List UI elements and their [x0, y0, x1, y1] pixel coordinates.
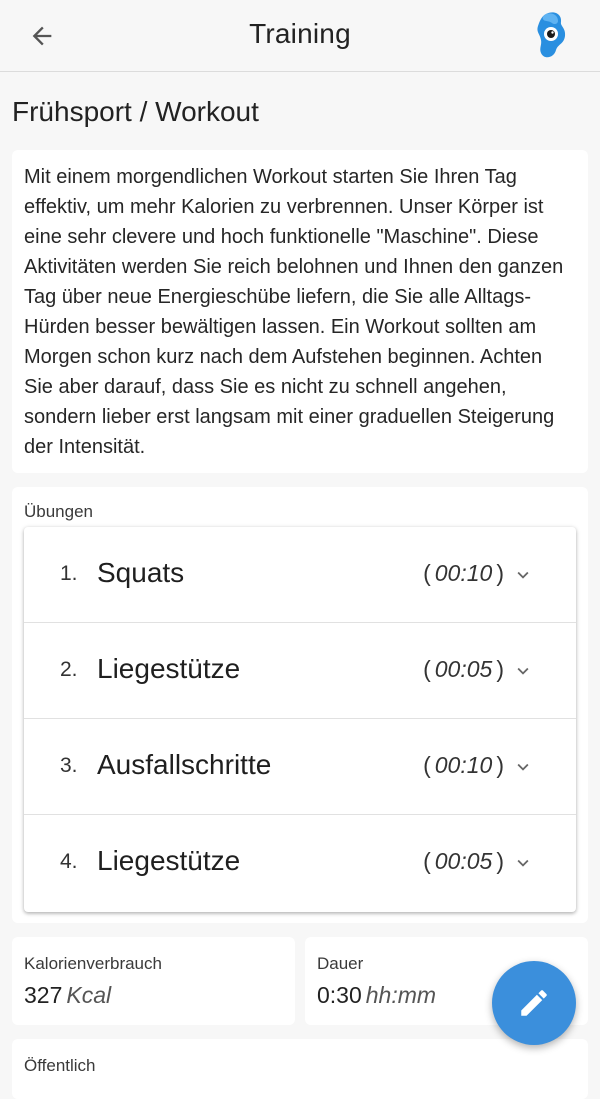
paren-open: (	[423, 752, 431, 778]
exercise-number: 4.	[60, 850, 78, 873]
public-label: Öffentlich	[24, 1056, 96, 1075]
exercise-duration-value: 00:05	[434, 656, 493, 682]
exercise-number: 2.	[60, 658, 78, 681]
exercise-duration-value: 00:05	[434, 848, 493, 874]
exercises-label: Übungen	[24, 502, 94, 521]
paren-open: (	[423, 848, 431, 874]
exercise-item[interactable]: 1. Squats (00:10)	[24, 527, 576, 623]
duration-unit: hh:mm	[365, 982, 437, 1008]
exercise-number: 3.	[60, 754, 78, 777]
app-bar: Training	[0, 0, 600, 72]
exercise-duration: (00:10)	[423, 752, 504, 779]
description-text: Mit einem morgendlichen Workout starten …	[24, 166, 564, 458]
exercise-number: 1.	[60, 562, 78, 585]
page-title: Frühsport / Workout	[12, 96, 259, 127]
duration-value: 0:30 hh:mm	[317, 982, 436, 1009]
chevron-down-icon[interactable]	[512, 852, 534, 874]
exercise-item[interactable]: 4. Liegestütze (00:05)	[24, 815, 576, 911]
exercise-item[interactable]: 3. Ausfallschritte (00:10)	[24, 719, 576, 815]
paren-close: )	[496, 560, 504, 586]
exercise-name: Liegestütze	[97, 845, 241, 876]
pencil-icon	[521, 990, 547, 1016]
exercise-name: Squats	[97, 557, 185, 588]
exercise-name: Liegestütze	[97, 653, 241, 684]
calories-card: Kalorienverbrauch 327 Kcal	[12, 937, 295, 1025]
exercise-list: 1. Squats (00:10) 2. Liegestütze (00:05)…	[24, 527, 576, 912]
calories-value: 327 Kcal	[24, 982, 111, 1009]
calories-number: 327	[24, 982, 63, 1008]
paren-close: )	[496, 848, 504, 874]
exercises-card: Übungen 1. Squats (00:10) 2. Liegestütze…	[12, 487, 588, 923]
app-bar-title: Training	[249, 18, 351, 49]
paren-open: (	[423, 656, 431, 682]
chevron-down-icon[interactable]	[512, 756, 534, 778]
exercise-duration: (00:05)	[423, 848, 504, 875]
exercise-duration: (00:10)	[423, 560, 504, 587]
exercise-duration-value: 00:10	[434, 752, 493, 778]
duration-label: Dauer	[317, 954, 364, 973]
description-card: Mit einem morgendlichen Workout starten …	[12, 150, 588, 473]
chevron-down-icon[interactable]	[512, 564, 534, 586]
paren-close: )	[496, 656, 504, 682]
edit-button[interactable]	[492, 961, 576, 1045]
app-logo-icon[interactable]	[532, 10, 576, 62]
chevron-down-icon[interactable]	[512, 660, 534, 682]
duration-number: 0:30	[317, 982, 362, 1008]
calories-unit: Kcal	[66, 982, 112, 1008]
paren-open: (	[423, 560, 431, 586]
exercise-duration-value: 00:10	[434, 560, 493, 586]
exercise-duration: (00:05)	[423, 656, 504, 683]
paren-close: )	[496, 752, 504, 778]
public-card: Öffentlich	[12, 1039, 588, 1099]
exercise-name: Ausfallschritte	[97, 749, 272, 780]
calories-label: Kalorienverbrauch	[24, 954, 162, 973]
exercise-item[interactable]: 2. Liegestütze (00:05)	[24, 623, 576, 719]
